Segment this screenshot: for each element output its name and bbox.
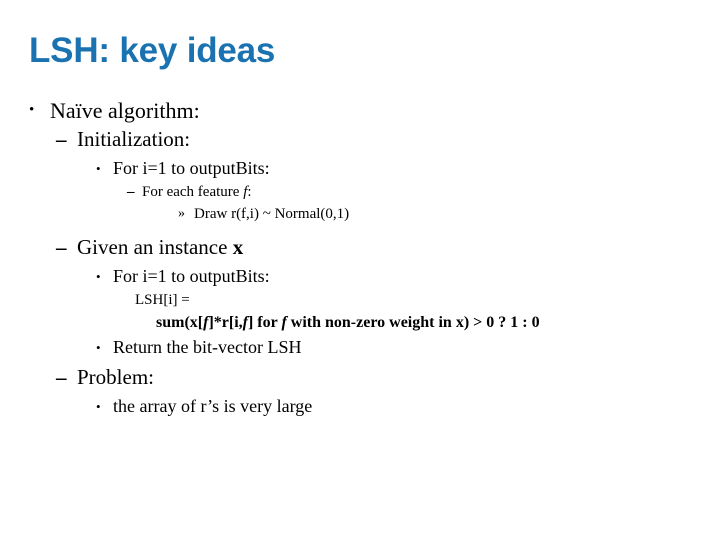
bullet-icon: • <box>96 269 101 284</box>
dash-icon: – <box>56 235 67 259</box>
code-line-formula: sum(x[f]*r[i,f] for f with non-zero weig… <box>0 311 720 335</box>
outline-item-label: Naïve algorithm: <box>50 98 200 123</box>
text-run: Given an instance <box>77 235 233 259</box>
formula-part: ) > 0 ? 1 : 0 <box>463 314 540 331</box>
outline-item-label: Problem: <box>77 365 154 389</box>
text-run: : <box>247 184 252 200</box>
variable-x: x <box>455 314 464 331</box>
outline-item-draw-r: » Draw r(f,i) ~ Normal(0,1) <box>0 203 720 225</box>
outline-item-label: Given an instance x <box>77 233 243 261</box>
outline-item-return-bitvector: • Return the bit-vector LSH <box>0 335 720 360</box>
bullet-icon: • <box>96 340 101 355</box>
formula-part: sum( <box>156 314 190 331</box>
slide-body: • Naïve algorithm: – Initialization: • F… <box>0 96 720 419</box>
guillemet-icon: » <box>178 206 185 221</box>
page-title: LSH: key ideas <box>29 31 276 70</box>
outline-item-for-each-feature: – For each feature f: <box>0 181 720 203</box>
outline-item-label: For each feature f: <box>142 181 252 203</box>
formula-part: ] for <box>247 314 282 331</box>
outline-item-label: For i=1 to outputBits: <box>113 266 270 286</box>
dash-icon: – <box>127 184 135 200</box>
variable-x: x <box>189 314 198 331</box>
outline-item-problem: – Problem: <box>0 363 720 391</box>
outline-item-array-too-large: • the array of r’s is very large <box>0 394 720 419</box>
code-line-lsh-assign: LSH[i] = <box>0 289 720 311</box>
outline-item-label: the array of r’s is very large <box>113 396 313 416</box>
outline-item-initialization: – Initialization: <box>0 125 720 153</box>
dash-icon: – <box>56 365 67 389</box>
code-text: LSH[i] = <box>135 292 190 308</box>
bullet-icon: • <box>96 161 101 176</box>
code-text: sum(x[f]*r[i,f] for f with non-zero weig… <box>156 311 540 335</box>
outline-item-label: For i=1 to outputBits: <box>113 158 270 178</box>
outline-item-label: Initialization: <box>77 127 191 151</box>
outline-item-label: Draw r(f,i) ~ Normal(0,1) <box>194 206 350 222</box>
text-run: For each feature <box>142 184 244 200</box>
outline-item-given-an-instance: – Given an instance x <box>0 233 720 261</box>
outline-item-for-i-outputbits-run: • For i=1 to outputBits: <box>0 264 720 289</box>
outline-item-for-i-outputbits-init: • For i=1 to outputBits: <box>0 156 720 181</box>
formula-part: with non-zero weight in <box>286 314 456 331</box>
formula-part: ]*r[i, <box>208 314 243 331</box>
variable-x: x <box>232 235 244 259</box>
bullet-icon: • <box>96 399 101 414</box>
dash-icon: – <box>56 127 67 151</box>
bullet-icon: • <box>29 102 35 118</box>
slide-canvas: LSH: key ideas • Naïve algorithm: – Init… <box>0 0 720 540</box>
outline-item-label: Return the bit-vector LSH <box>113 337 302 357</box>
outline-item-naive-algorithm: • Naïve algorithm: <box>0 96 720 125</box>
